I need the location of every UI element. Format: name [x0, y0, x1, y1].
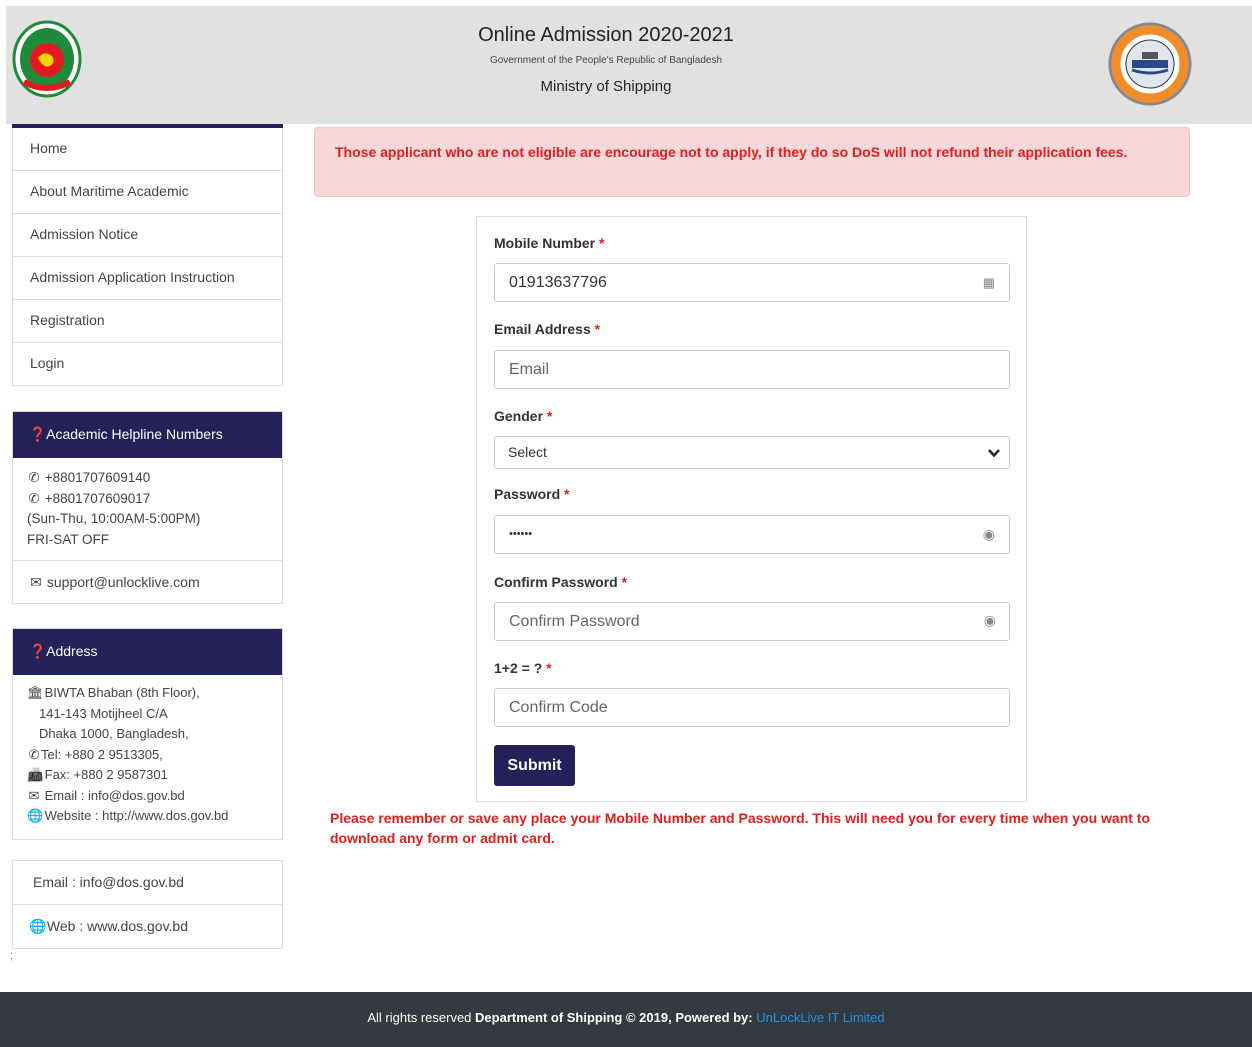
address-line-3: Dhaka 1000, Bangladesh, — [39, 726, 189, 741]
contact-card-icon: ▦ — [982, 275, 995, 290]
helpline-panel-header: ❓ Academic Helpline Numbers — [13, 412, 282, 458]
address-tel: Tel: +880 2 9513305, — [41, 746, 163, 762]
eligibility-alert: Those applicant who are not eligible are… — [314, 127, 1190, 197]
footer-middle: © 2019, Powered by: — [622, 1010, 757, 1025]
contact-web[interactable]: Web : www.dos.gov.bd — [47, 918, 188, 934]
key-icon: ◉ — [982, 526, 995, 542]
captcha-label-text: 1+2 = ? — [494, 660, 543, 676]
required-mark: * — [594, 321, 601, 337]
contact-email-row: Email : info@dos.gov.bd — [13, 861, 282, 904]
required-mark: * — [546, 660, 552, 676]
sidebar-item-home[interactable]: Home — [12, 128, 283, 171]
confirm-password-field[interactable] — [494, 602, 1010, 641]
sidebar-item-login[interactable]: Login — [12, 343, 283, 386]
captcha-label: 1+2 = ? * — [494, 660, 552, 676]
helpline-phone-2: +8801707609017 — [44, 490, 151, 506]
mobile-label: Mobile Number * — [494, 235, 604, 251]
address-line-1: BIWTA Bhaban (8th Floor), — [44, 685, 200, 700]
address-panel: ❓ Address 🏛 BIWTA Bhaban (8th Floor), 14… — [12, 628, 283, 840]
mobile-number-field[interactable]: 01913637796 ▦ — [494, 263, 1010, 302]
phone-icon: ✆ — [28, 490, 40, 506]
key-icon: ◉ — [983, 612, 996, 628]
helpline-email: support@unlocklive.com — [46, 574, 200, 590]
contact-email[interactable]: Email : info@dos.gov.bd — [33, 874, 184, 890]
chevron-down-icon — [988, 449, 1000, 458]
stray-text: ; — [10, 950, 14, 962]
globe-icon: 🌐 — [27, 808, 44, 823]
confirm-password-wrapper: ◉ — [477, 602, 1028, 641]
address-body: 🏛 BIWTA Bhaban (8th Floor), 141-143 Moti… — [13, 675, 282, 839]
helpline-panel: ❓ Academic Helpline Numbers ✆ +880170760… — [12, 411, 283, 604]
confirm-password-label-text: Confirm Password — [494, 574, 618, 590]
required-mark: * — [546, 408, 553, 424]
required-mark: * — [599, 235, 605, 251]
gender-select-value: Select — [508, 444, 547, 460]
address-line-2: 141-143 Motijheel C/A — [39, 705, 168, 721]
bank-icon: 🏛 — [27, 685, 44, 700]
fax-icon: 📠 — [27, 767, 44, 782]
helpline-email-row: ✉ support@unlocklive.com — [13, 560, 282, 603]
address-email: Email : info@dos.gov.bd — [44, 787, 185, 803]
mobile-label-text: Mobile Number — [494, 235, 596, 251]
envelope-icon: ✉ — [28, 787, 40, 803]
phone-icon: ✆ — [28, 746, 40, 762]
required-mark: * — [564, 486, 570, 502]
sidebar-item-registration[interactable]: Registration — [12, 300, 283, 343]
sidebar-item-about[interactable]: About Maritime Academic — [12, 171, 283, 214]
site-header: Online Admission 2020-2021 Government of… — [6, 6, 1252, 124]
footer-org: Department of Shipping — [475, 1010, 623, 1025]
sidebar-item-application-instruction[interactable]: Admission Application Instruction — [12, 257, 283, 300]
captcha-field[interactable] — [494, 688, 1010, 727]
email-field[interactable] — [494, 350, 1010, 389]
gender-label: Gender * — [494, 408, 552, 424]
helpline-phone-1: +8801707609140 — [44, 470, 151, 485]
government-subtitle: Government of the People's Republic of B… — [489, 55, 723, 66]
password-label-text: Password — [494, 486, 561, 502]
password-field[interactable]: •••••• ◉ — [494, 515, 1010, 554]
registration-form: Mobile Number * 01913637796 ▦ Email Addr… — [476, 216, 1027, 802]
sidebar-nav: Home About Maritime Academic Admission N… — [12, 124, 283, 386]
contact-web-row: 🌐 Web : www.dos.gov.bd — [13, 904, 282, 948]
question-circle-icon: ❓ — [29, 426, 47, 442]
phone-icon: ✆ — [28, 470, 40, 485]
address-fax: Fax: +880 2 9587301 — [44, 767, 168, 782]
address-title: Address — [46, 643, 98, 659]
required-mark: * — [621, 574, 628, 590]
mobile-number-value: 01913637796 — [509, 274, 607, 291]
helpline-hours: (Sun-Thu, 10:00AM-5:00PM) — [27, 511, 201, 526]
page-title: Online Admission 2020-2021 — [478, 24, 734, 46]
gender-select[interactable]: Select — [494, 436, 1010, 469]
envelope-icon: ✉ — [30, 574, 42, 590]
email-label: Email Address * — [494, 321, 600, 337]
footer-prefix: All rights reserved — [367, 1010, 476, 1025]
footer-powered-link[interactable]: UnLockLive IT Limited — [756, 1010, 884, 1025]
department-of-shipping-logo-icon — [1108, 22, 1192, 106]
address-panel-header: ❓ Address — [13, 629, 282, 675]
globe-icon: 🌐 — [29, 918, 47, 934]
email-label-text: Email Address — [494, 321, 591, 337]
ministry-name: Ministry of Shipping — [540, 78, 672, 95]
confirm-password-label: Confirm Password * — [494, 574, 627, 590]
address-website[interactable]: Website : http://www.dos.gov.bd — [45, 808, 229, 823]
helpline-off-days: FRI-SAT OFF — [27, 531, 109, 547]
password-label: Password * — [494, 486, 569, 502]
password-value: •••••• — [509, 528, 533, 540]
sidebar-item-admission-notice[interactable]: Admission Notice — [12, 214, 283, 257]
save-credentials-note: Please remember or save any place your M… — [330, 810, 1151, 846]
helpline-title: Academic Helpline Numbers — [46, 426, 223, 442]
site-footer: All rights reserved Department of Shippi… — [0, 992, 1252, 1047]
question-circle-icon: ❓ — [29, 643, 47, 659]
submit-button[interactable]: Submit — [494, 745, 575, 786]
contact-box: Email : info@dos.gov.bd 🌐 Web : www.dos.… — [12, 860, 283, 949]
gender-label-text: Gender — [494, 408, 544, 424]
helpline-body: ✆ +8801707609140 ✆ +8801707609017 (Sun-T… — [13, 458, 282, 560]
